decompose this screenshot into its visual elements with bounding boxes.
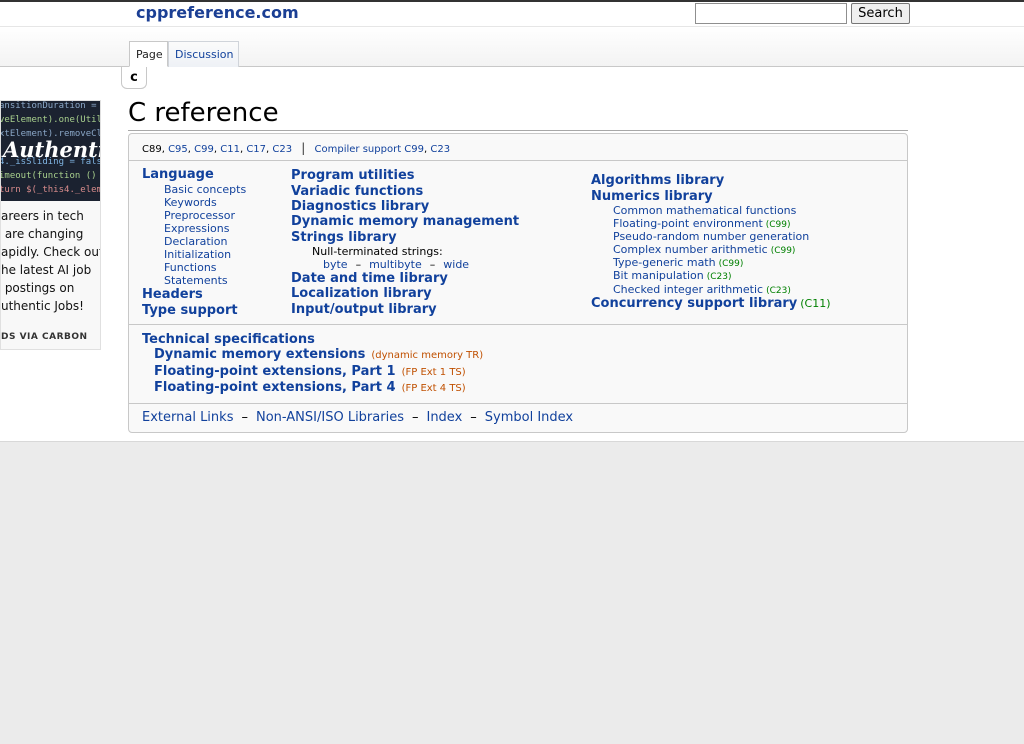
compiler-support-c23-link[interactable]: C23 [430, 144, 450, 155]
separator: | [301, 141, 306, 155]
language-link[interactable]: Language [142, 167, 214, 182]
wide-strings-link[interactable]: wide [443, 258, 469, 271]
numerics-item: Common mathematical functions [613, 204, 796, 217]
dash: – [355, 258, 362, 271]
ad-code-line: turn $(_this4._elemen [1, 185, 101, 195]
tab-page[interactable]: Page [129, 41, 168, 67]
tech-spec-row: Floating-point extensions, Part 1 (FP Ext… [154, 364, 466, 379]
tab-discussion[interactable]: Discussion [168, 41, 239, 67]
byte-strings-link[interactable]: byte [323, 258, 348, 271]
spec-tag: (FP Ext 4 TS) [401, 383, 466, 394]
divider [129, 160, 907, 161]
ad-text[interactable]: areers in tech are changing apidly. Chec… [1, 207, 100, 315]
variadic-functions-link[interactable]: Variadic functions [291, 184, 423, 199]
version-c17[interactable]: C17 [246, 144, 266, 155]
dash: – [470, 410, 477, 425]
numerics-item: Pseudo-random number generation [613, 230, 809, 243]
multibyte-strings-link[interactable]: multibyte [369, 258, 422, 271]
diagnostics-link[interactable]: Diagnostics library [291, 199, 429, 214]
type-support-link[interactable]: Type support [142, 303, 238, 318]
localization-link[interactable]: Localization library [291, 286, 432, 301]
breadcrumb[interactable]: c [121, 67, 147, 89]
dash: – [411, 410, 419, 425]
version-bar: C89, C95, C99, C11, C17, C23 | Compiler … [142, 141, 451, 155]
tech-spec-link[interactable]: Floating-point extensions, Part 4 [154, 380, 396, 395]
search-input[interactable] [695, 3, 847, 24]
spec-tag: (dynamic memory TR) [371, 350, 484, 361]
top-border [0, 0, 1024, 2]
date-time-link[interactable]: Date and time library [291, 271, 448, 286]
numerics-link[interactable]: Numerics library [591, 189, 713, 204]
dash: – [241, 410, 248, 425]
ad-code-line: imeout(function () { [1, 171, 101, 181]
numerics-item-link[interactable]: Common mathematical functions [613, 204, 796, 217]
concurrency-link[interactable]: Concurrency support library [591, 296, 797, 311]
version-c11[interactable]: C11 [220, 144, 240, 155]
external-links-link[interactable]: External Links [142, 410, 233, 425]
language-item-link[interactable]: Basic concepts [164, 183, 246, 196]
numerics-item: Type-generic math (C99) [613, 256, 743, 269]
numerics-item: Bit manipulation (C23) [613, 269, 731, 282]
spec-tag: (FP Ext 1 TS) [401, 367, 466, 378]
concurrency-row: Concurrency support library (C11) [591, 296, 831, 311]
ad-code-line: veElement).one(Util.TR [1, 115, 101, 125]
memory-management-link[interactable]: Dynamic memory management [291, 214, 519, 229]
version-tag: (C99) [718, 259, 744, 269]
language-item-link[interactable]: Expressions [164, 222, 229, 235]
language-item-link[interactable]: Keywords [164, 196, 217, 209]
non-ansi-libraries-link[interactable]: Non-ANSI/ISO Libraries [256, 410, 404, 425]
version-c99[interactable]: C99 [194, 144, 214, 155]
language-item-link[interactable]: Declaration [164, 235, 227, 248]
carbon-ad[interactable]: ansitionDuration = Uti veElement).one(Ut… [0, 100, 101, 350]
site-logo[interactable]: cppreference.com [136, 3, 299, 22]
version-c89: C89 [142, 144, 162, 155]
program-utilities-link[interactable]: Program utilities [291, 168, 415, 183]
footer-links: External Links – Non-ANSI/ISO Libraries – In… [142, 410, 573, 425]
ad-code-line: ansitionDuration = Uti [1, 101, 100, 111]
tech-spec-link[interactable]: Floating-point extensions, Part 1 [154, 364, 396, 379]
null-terminated-label: Null-terminated strings: [312, 245, 443, 258]
divider [129, 324, 907, 325]
tech-spec-row: Dynamic memory extensions (dynamic memory… [154, 347, 483, 362]
ad-image[interactable]: ansitionDuration = Uti veElement).one(Ut… [1, 101, 101, 201]
tech-specs-link[interactable]: Technical specifications [142, 332, 315, 347]
version-c23[interactable]: C23 [272, 144, 292, 155]
version-tag: (C23) [706, 272, 732, 282]
ad-code-line: 4._isSliding = false; [1, 157, 100, 167]
numerics-item: Complex number arithmetic (C99) [613, 243, 795, 256]
language-item-link[interactable]: Statements [164, 274, 228, 287]
version-tag: (C23) [766, 286, 791, 296]
language-item-link[interactable]: Preprocessor [164, 209, 235, 222]
numerics-item-link[interactable]: Type-generic math [613, 256, 716, 269]
compiler-support-link[interactable]: Compiler support C99 [315, 144, 424, 155]
algorithms-link[interactable]: Algorithms library [591, 173, 724, 188]
language-item-link[interactable]: Functions [164, 261, 217, 274]
numerics-item-link[interactable]: Floating-point environment [613, 217, 763, 230]
language-item-link[interactable]: Initialization [164, 248, 231, 261]
page-title: C reference [128, 98, 279, 128]
tech-spec-link[interactable]: Dynamic memory extensions [154, 347, 365, 362]
ad-footer[interactable]: DS VIA CARBON [1, 332, 88, 342]
version-tag: (C11) [800, 297, 831, 310]
title-divider [128, 130, 908, 131]
numerics-item-link[interactable]: Pseudo-random number generation [613, 230, 809, 243]
tech-spec-row: Floating-point extensions, Part 4 (FP Ext… [154, 380, 466, 395]
numerics-item: Checked integer arithmetic (C23) [613, 283, 791, 296]
numerics-item-link[interactable]: Checked integer arithmetic [613, 283, 763, 296]
numerics-item: Floating-point environment (C99) [613, 217, 791, 230]
divider [129, 403, 907, 404]
string-types: byte – multibyte – wide [323, 258, 469, 271]
strings-library-link[interactable]: Strings library [291, 230, 397, 245]
version-c95[interactable]: C95 [168, 144, 188, 155]
version-tag: (C99) [770, 246, 796, 256]
version-tag: (C99) [765, 220, 791, 230]
search-button[interactable]: Search [851, 3, 910, 24]
dash: – [429, 258, 436, 271]
index-link[interactable]: Index [426, 410, 462, 425]
numerics-item-link[interactable]: Complex number arithmetic [613, 243, 768, 256]
symbol-index-link[interactable]: Symbol Index [485, 410, 573, 425]
headers-link[interactable]: Headers [142, 287, 203, 302]
input-output-link[interactable]: Input/output library [291, 302, 437, 317]
numerics-item-link[interactable]: Bit manipulation [613, 269, 704, 282]
